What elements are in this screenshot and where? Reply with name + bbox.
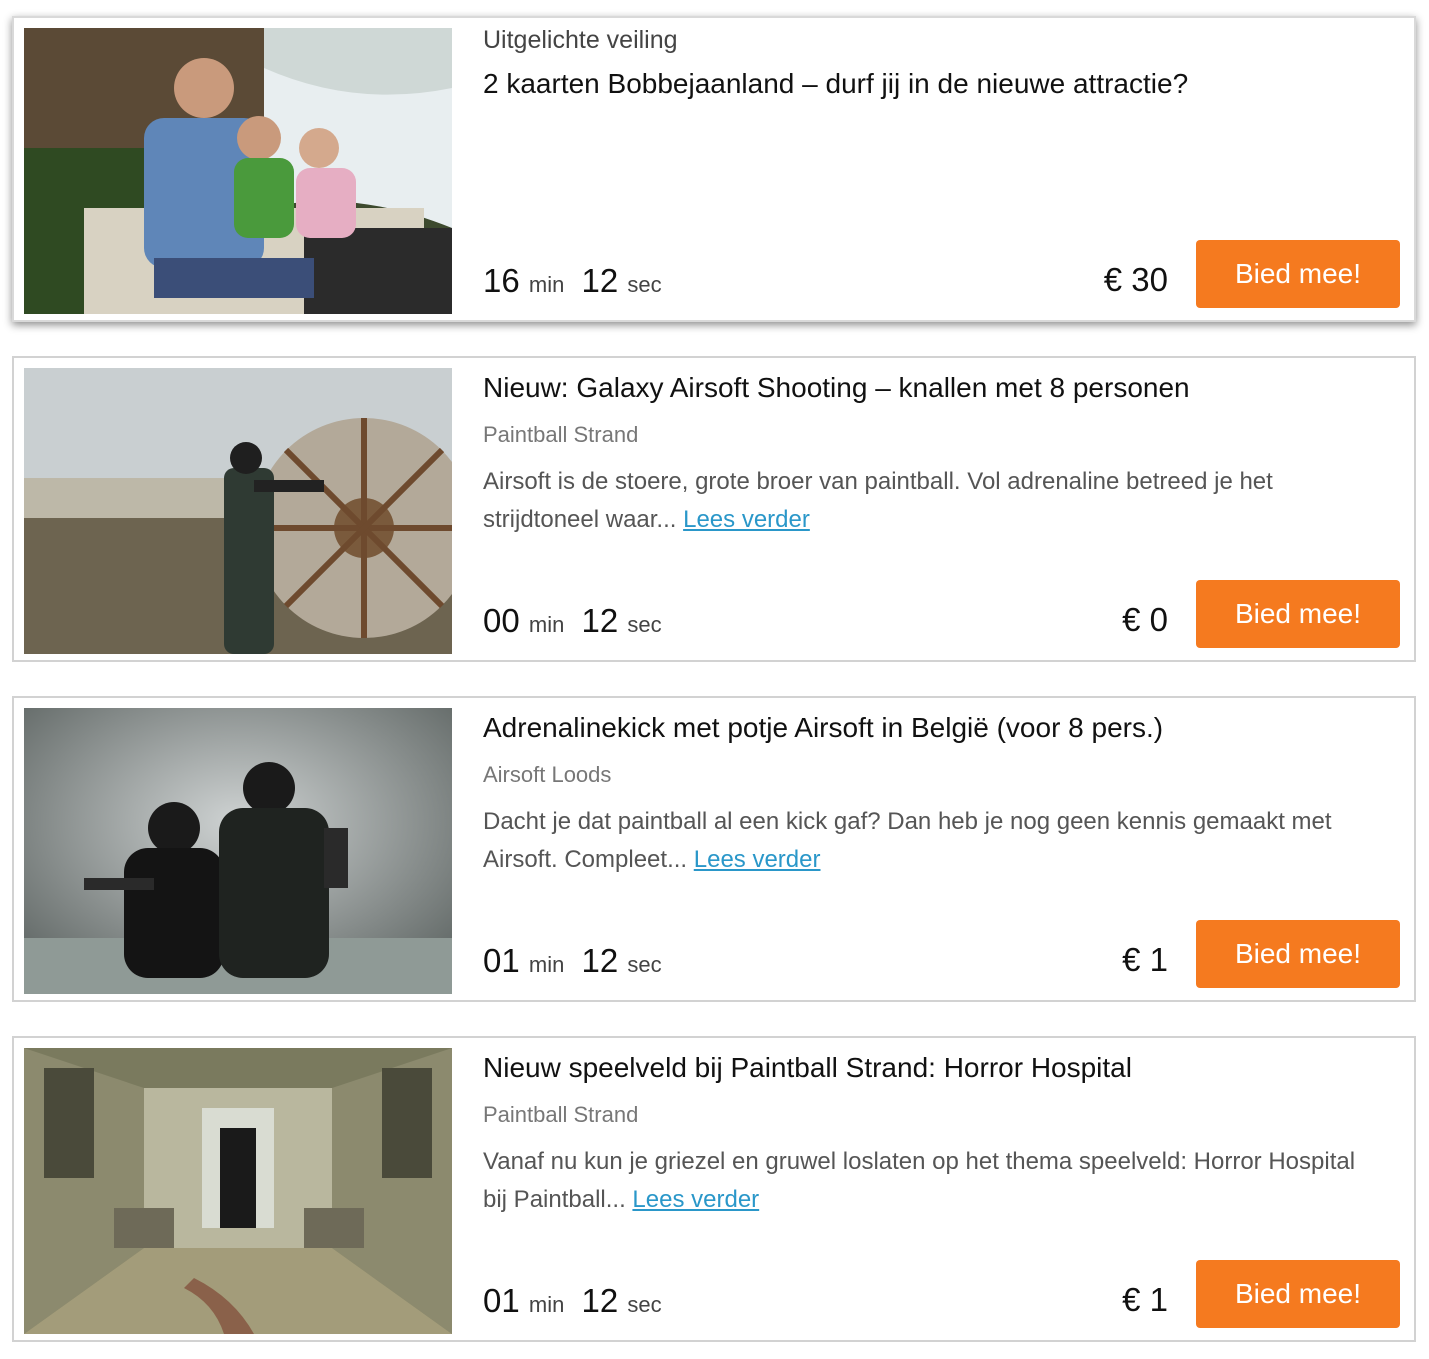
description-text: Dacht je dat paintball al een kick gaf? … xyxy=(483,808,1332,873)
read-more-link[interactable]: Lees verder xyxy=(632,1186,759,1213)
read-more-link[interactable]: Lees verder xyxy=(683,506,810,533)
timer-seconds: 12 xyxy=(581,602,619,639)
auction-card[interactable]: Nieuw: Galaxy Airsoft Shooting – knallen… xyxy=(12,356,1416,662)
bid-button[interactable]: Bied mee! xyxy=(1196,240,1400,308)
auction-description: Vanaf nu kun je griezel en gruwel loslat… xyxy=(483,1143,1363,1219)
timer-minutes: 01 xyxy=(483,1282,520,1319)
auction-title[interactable]: Nieuw: Galaxy Airsoft Shooting – knallen… xyxy=(483,372,1190,404)
current-price: € 0 xyxy=(1122,601,1168,638)
current-price: € 30 xyxy=(1103,261,1168,298)
timer-min-unit: min xyxy=(528,612,565,637)
auction-title[interactable]: 2 kaarten Bobbejaanland – durf jij in de… xyxy=(483,68,1188,100)
timer-min-unit: min xyxy=(528,1292,565,1317)
bid-button[interactable]: Bied mee! xyxy=(1196,920,1400,988)
auction-title[interactable]: Nieuw speelveld bij Paintball Strand: Ho… xyxy=(483,1052,1132,1084)
auction-description: Dacht je dat paintball al een kick gaf? … xyxy=(483,803,1363,879)
read-more-link[interactable]: Lees verder xyxy=(694,846,821,873)
auction-card[interactable]: Nieuw speelveld bij Paintball Strand: Ho… xyxy=(12,1036,1416,1342)
timer-sec-unit: sec xyxy=(627,612,662,637)
bid-button[interactable]: Bied mee! xyxy=(1196,580,1400,648)
countdown-timer: 00 min 12 sec xyxy=(483,602,670,640)
description-text: Airsoft is de stoere, grote broer van pa… xyxy=(483,468,1273,533)
provider-name: Paintball Strand xyxy=(483,1102,639,1127)
description-text: Vanaf nu kun je griezel en gruwel loslat… xyxy=(483,1148,1356,1213)
countdown-timer: 16 min 12 sec xyxy=(483,262,670,300)
timer-sec-unit: sec xyxy=(627,272,662,297)
timer-seconds: 12 xyxy=(581,942,619,979)
current-price: € 1 xyxy=(1122,941,1168,978)
countdown-timer: 01 min 12 sec xyxy=(483,1282,670,1320)
auction-card-featured[interactable]: Uitgelichte veiling 2 kaarten Bobbejaanl… xyxy=(12,16,1416,322)
timer-minutes: 16 xyxy=(483,262,520,299)
provider-name: Paintball Strand xyxy=(483,422,639,447)
countdown-timer: 01 min 12 sec xyxy=(483,942,670,980)
auction-card[interactable]: Adrenalinekick met potje Airsoft in Belg… xyxy=(12,696,1416,1002)
timer-minutes: 00 xyxy=(483,602,520,639)
featured-label: Uitgelichte veiling xyxy=(483,26,678,54)
auction-image-horror-hospital[interactable] xyxy=(24,1048,452,1334)
timer-seconds: 12 xyxy=(581,262,619,299)
auction-image-airsoft-field[interactable] xyxy=(24,368,452,654)
timer-seconds: 12 xyxy=(581,1282,619,1319)
auction-description: Airsoft is de stoere, grote broer van pa… xyxy=(483,463,1363,539)
auction-image-rollercoaster[interactable] xyxy=(24,28,452,314)
provider-name: Airsoft Loods xyxy=(483,762,612,787)
timer-min-unit: min xyxy=(528,952,565,977)
auction-title[interactable]: Adrenalinekick met potje Airsoft in Belg… xyxy=(483,712,1163,744)
timer-sec-unit: sec xyxy=(627,952,662,977)
timer-sec-unit: sec xyxy=(627,1292,662,1317)
current-price: € 1 xyxy=(1122,1281,1168,1318)
bid-button[interactable]: Bied mee! xyxy=(1196,1260,1400,1328)
timer-min-unit: min xyxy=(528,272,565,297)
timer-minutes: 01 xyxy=(483,942,520,979)
auction-image-airsoft-players[interactable] xyxy=(24,708,452,994)
